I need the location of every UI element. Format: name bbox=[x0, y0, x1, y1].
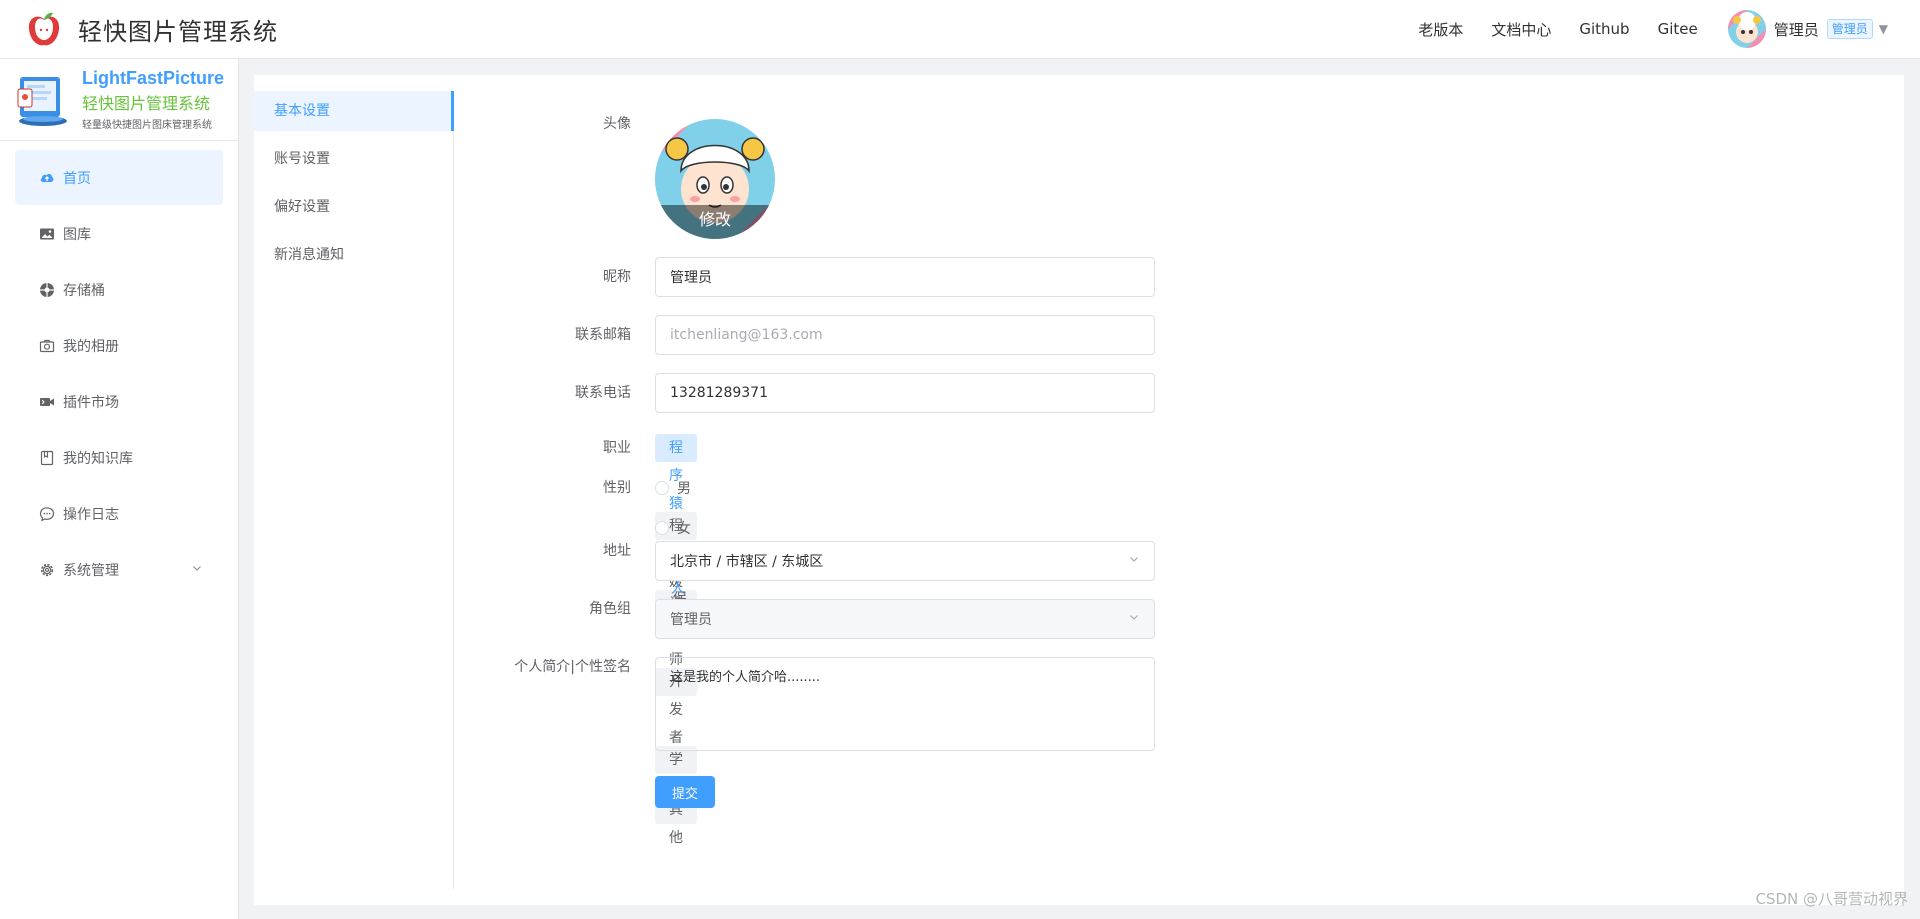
sidebar-item-album[interactable]: 我的相册 bbox=[15, 318, 223, 373]
sidebar-item-label: 我的知识库 bbox=[63, 450, 133, 467]
settings-tabs: 基本设置 账号设置 偏好设置 新消息通知 bbox=[254, 91, 454, 889]
phone-label: 联系电话 bbox=[575, 385, 631, 401]
gender-label: 性别 bbox=[603, 480, 631, 496]
role-badge: 管理员 bbox=[1826, 19, 1873, 39]
app-title: 轻快图片管理系统 bbox=[78, 17, 278, 46]
apple-logo-icon bbox=[28, 12, 60, 46]
nickname-input[interactable]: 管理员 bbox=[655, 257, 1155, 297]
sidebar-item-label: 操作日志 bbox=[63, 506, 119, 523]
radio-circle bbox=[655, 481, 669, 495]
bio-textarea[interactable]: 这是我的个人简介哈........ bbox=[655, 657, 1155, 751]
watermark: CSDN @八哥营动视界 bbox=[1755, 890, 1908, 908]
video-icon bbox=[39, 394, 55, 410]
nav-link-old-version[interactable]: 老版本 bbox=[1418, 19, 1463, 40]
avatar-label: 头像 bbox=[603, 116, 631, 132]
sidebar-item-operation-log[interactable]: 操作日志 bbox=[15, 486, 223, 541]
address-label: 地址 bbox=[603, 543, 631, 559]
avatar bbox=[1727, 10, 1766, 48]
top-nav: 老版本 文档中心 Github Gitee 管理员 管理员 ▼ bbox=[1390, 10, 1920, 48]
gender-radio-male[interactable]: 男 bbox=[655, 468, 691, 508]
role-group-label: 角色组 bbox=[589, 601, 631, 617]
nav-link-docs[interactable]: 文档中心 bbox=[1491, 19, 1551, 40]
radio-label: 女 bbox=[677, 521, 691, 537]
top-header: 轻快图片管理系统 老版本 文档中心 Github Gitee 管理员 管理员 ▼ bbox=[0, 0, 1920, 59]
tab-account-settings[interactable]: 账号设置 bbox=[254, 139, 453, 179]
brand-name-en: LightFastPicture bbox=[82, 68, 225, 88]
brand-name-cn: 轻快图片管理系统 bbox=[82, 94, 211, 113]
sidebar-item-bucket[interactable]: 存储桶 bbox=[15, 262, 223, 317]
sidebar-item-knowledge-base[interactable]: 我的知识库 bbox=[15, 430, 223, 485]
email-field[interactable]: itchenliang@163.com bbox=[655, 315, 1155, 355]
tab-preference-settings[interactable]: 偏好设置 bbox=[254, 187, 453, 227]
sidebar-item-label: 插件市场 bbox=[63, 394, 119, 411]
gear-icon bbox=[39, 562, 55, 578]
sidebar-item-home[interactable]: 首页 bbox=[15, 150, 223, 205]
sidebar-item-gallery[interactable]: 图库 bbox=[15, 206, 223, 261]
brand-slogan: 轻量级快捷图片图床管理系统 bbox=[82, 120, 212, 131]
address-value: 北京市 / 市辖区 / 东城区 bbox=[670, 554, 824, 570]
submit-button[interactable]: 提交 bbox=[655, 776, 715, 808]
bucket-icon bbox=[39, 282, 55, 298]
avatar-uploader[interactable]: 修改 bbox=[655, 119, 775, 239]
role-group-select[interactable]: 管理员 bbox=[655, 599, 1155, 639]
caret-down-icon: ▼ bbox=[1878, 22, 1888, 36]
sidebar-item-label: 存储桶 bbox=[63, 282, 105, 299]
email-label: 联系邮箱 bbox=[575, 327, 631, 343]
user-menu[interactable]: 管理员 管理员 ▼ bbox=[1727, 10, 1888, 48]
tab-basic-settings[interactable]: 基本设置 bbox=[254, 91, 454, 131]
sidebar-item-label: 图库 bbox=[63, 226, 91, 243]
address-cascader[interactable]: 北京市 / 市辖区 / 东城区 bbox=[655, 541, 1155, 581]
sidebar-item-system-admin[interactable]: 系统管理 bbox=[15, 542, 223, 597]
picture-icon bbox=[39, 226, 55, 242]
radio-label: 男 bbox=[677, 481, 691, 497]
role-group-value: 管理员 bbox=[670, 612, 712, 628]
job-tag-programmer-m[interactable]: 程序猿 bbox=[655, 434, 697, 512]
sidebar-menu: 首页 图库 存储桶 我的相册 插件市场 我的知识库 操作日志 系统管理 bbox=[0, 141, 238, 597]
cloud-upload-icon bbox=[39, 170, 55, 186]
radio-circle bbox=[655, 521, 669, 535]
sidebar-item-label: 我的相册 bbox=[63, 338, 119, 355]
settings-panel: 基本设置 账号设置 偏好设置 新消息通知 头像 修改 昵称 管理员 联系邮箱 i… bbox=[254, 75, 1904, 905]
bio-label: 个人简介|个性签名 bbox=[514, 659, 631, 675]
sidebar-brand: LightFastPicture 轻快图片管理系统 轻量级快捷图片图床管理系统 bbox=[0, 59, 238, 141]
nickname-label: 昵称 bbox=[603, 269, 631, 285]
chevron-down-icon bbox=[1128, 553, 1140, 569]
sidebar-item-label: 系统管理 bbox=[63, 562, 119, 579]
sidebar-item-label: 首页 bbox=[63, 170, 91, 187]
nav-link-gitee[interactable]: Gitee bbox=[1658, 20, 1698, 38]
user-name: 管理员 bbox=[1773, 20, 1819, 39]
nav-link-github[interactable]: Github bbox=[1579, 20, 1629, 38]
notebook-icon bbox=[39, 450, 55, 466]
job-label: 职业 bbox=[603, 440, 631, 456]
brand[interactable]: 轻快图片管理系统 bbox=[0, 9, 278, 49]
chat-icon bbox=[39, 506, 55, 522]
camera-icon bbox=[39, 338, 55, 354]
tab-notification-settings[interactable]: 新消息通知 bbox=[254, 235, 453, 275]
avatar[interactable]: 修改 bbox=[655, 119, 775, 239]
gallery-illustration-icon bbox=[17, 76, 67, 126]
chevron-down-icon bbox=[1128, 611, 1140, 627]
phone-input[interactable]: 13281289371 bbox=[655, 373, 1155, 413]
chevron-down-icon bbox=[191, 562, 203, 578]
avatar-edit-button[interactable]: 修改 bbox=[655, 205, 775, 239]
sidebar: LightFastPicture 轻快图片管理系统 轻量级快捷图片图床管理系统 … bbox=[0, 59, 239, 919]
sidebar-item-plugin-market[interactable]: 插件市场 bbox=[15, 374, 223, 429]
